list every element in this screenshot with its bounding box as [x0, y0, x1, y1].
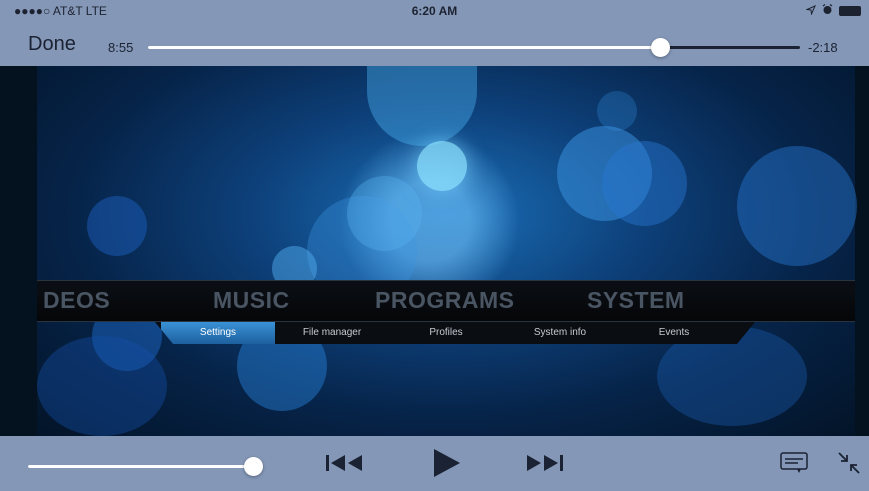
remaining-time: -2:18: [808, 40, 838, 55]
exit-fullscreen-button[interactable]: [836, 451, 862, 480]
skip-forward-icon: [523, 453, 565, 478]
play-icon: [430, 447, 462, 484]
kodi-menu-item-programs: PROGRAMS: [375, 287, 515, 313]
bokeh-light: [737, 146, 857, 266]
kodi-menu-item-system: SYSTEM: [587, 287, 685, 313]
kodi-submenu-profiles: Profiles: [429, 327, 463, 338]
kodi-submenu-file-manager: File manager: [302, 327, 362, 338]
elapsed-time: 8:55: [108, 40, 134, 55]
exit-fullscreen-icon: [837, 451, 861, 480]
alarm-icon: [822, 4, 833, 18]
battery-icon: [839, 6, 861, 16]
bokeh-light: [347, 176, 422, 251]
scrubber-progress: [148, 46, 661, 49]
next-button[interactable]: [521, 450, 567, 480]
volume-thumb[interactable]: [244, 457, 264, 476]
bokeh-light: [87, 196, 147, 256]
volume-slider[interactable]: [28, 457, 264, 476]
kodi-menu-item-videos: DEOS: [43, 287, 111, 313]
volume-level: [28, 465, 254, 468]
kodi-menu-item-music: MUSIC: [213, 287, 290, 313]
status-icons: [805, 4, 861, 18]
bokeh-light: [417, 141, 467, 191]
kodi-main-menu: DEOS MUSIC PROGRAMS SYSTEM: [37, 280, 855, 322]
subtitles-icon: [780, 451, 808, 479]
kodi-submenu: Settings File manager Profiles System in…: [155, 322, 755, 344]
kodi-home-screen: DEOS MUSIC PROGRAMS SYSTEM Settings File…: [37, 66, 857, 436]
bokeh-light: [367, 66, 477, 146]
previous-button[interactable]: [322, 450, 368, 480]
play-button[interactable]: [426, 448, 466, 480]
bokeh-light: [597, 91, 637, 131]
done-button[interactable]: Done: [28, 33, 76, 56]
player-controls-bar: [0, 436, 869, 491]
kodi-submenu-system-info: System info: [533, 327, 587, 338]
status-bar: ●●●●○ AT&T LTE 6:20 AM: [0, 0, 869, 20]
video-frame[interactable]: DEOS MUSIC PROGRAMS SYSTEM Settings File…: [0, 0, 869, 491]
bokeh-light: [602, 141, 687, 226]
scrubber[interactable]: [148, 38, 800, 57]
kodi-submenu-settings: Settings: [161, 322, 275, 344]
bokeh-light: [37, 336, 167, 436]
player-top-bar: ●●●●○ AT&T LTE 6:20 AM Done 8:55 -2:18: [0, 0, 869, 66]
kodi-submenu-events: Events: [658, 327, 690, 338]
scrubber-thumb[interactable]: [651, 38, 671, 57]
subtitles-button[interactable]: [779, 451, 809, 479]
skip-back-icon: [324, 453, 366, 478]
status-time: 6:20 AM: [411, 4, 458, 18]
location-arrow-icon: [805, 4, 816, 18]
